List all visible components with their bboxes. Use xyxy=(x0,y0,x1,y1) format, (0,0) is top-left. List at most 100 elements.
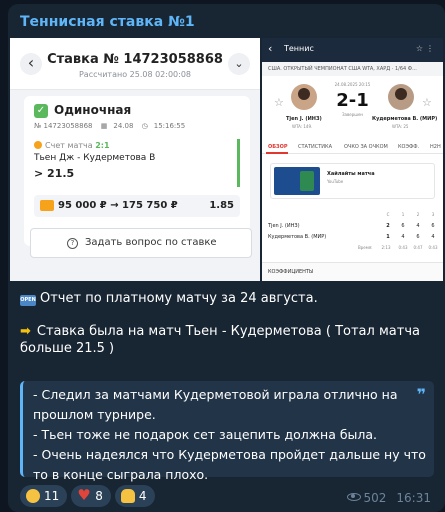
back-icon: ‹ xyxy=(268,42,273,55)
reaction-count: 4 xyxy=(138,489,147,503)
tab-overview: ОБЗОР xyxy=(268,144,288,150)
message-paragraph-1: OPEN Отчет по платному матчу за 24 август… xyxy=(20,290,434,307)
bet-sum-row: 95 000 ₽ → 175 750 ₽ 1.85 xyxy=(34,195,240,217)
table-cell: 2 xyxy=(386,223,390,229)
message-time: 16:31 xyxy=(396,491,431,505)
clock-icon: ◷ xyxy=(141,122,148,130)
bet-sum: 95 000 ₽ → 175 750 ₽ xyxy=(58,200,178,211)
calendar-icon: ▦ xyxy=(100,122,108,130)
duration-set-3: 0:43 xyxy=(428,245,438,250)
tab-statistics: СТАТИСТИКА xyxy=(298,144,333,150)
video-title: Хайлайты матча xyxy=(327,171,375,177)
quote-block: - Следил за матчами Кудерметовой играла … xyxy=(20,381,434,482)
heart-icon xyxy=(77,488,91,503)
table-duration-row: Время: 2:13 0:43 0:47 0:43 xyxy=(268,243,437,254)
header-icons: ☆⋮ xyxy=(415,44,437,53)
tab-point-by-point: ОЧКО ЗА ОЧКОМ xyxy=(344,144,388,150)
row-player-name: Tjen J. (ИНЗ) xyxy=(268,223,300,229)
player2-avatar xyxy=(388,84,414,110)
reaction-clap[interactable]: 11 xyxy=(20,485,68,507)
duration-set-1: 0:43 xyxy=(398,245,408,250)
match-score: 2-1 xyxy=(336,90,369,111)
check-icon: ✓ xyxy=(34,104,48,118)
bet-odds: 1.85 xyxy=(209,200,234,211)
set-score-table: С 1 2 3 Tjen J. (ИНЗ) 2 6 4 6 Кудерметов… xyxy=(268,210,437,254)
highlights-video: Хайлайты матча YouTube xyxy=(270,163,435,199)
question-icon: ? xyxy=(67,238,78,249)
media-album[interactable]: ‹ Ставка № 14723058868 Рассчитано 25.08 … xyxy=(10,38,443,281)
table-row: Tjen J. (ИНЗ) 2 6 4 6 xyxy=(268,221,437,232)
active-tab-indicator xyxy=(266,152,288,154)
coefficients-section: КОЭФФИЦИЕНТЫ xyxy=(262,262,443,281)
ask-question-label: Задать вопрос по ставке xyxy=(85,237,217,248)
message-paragraph-2: ➡ Ставка была на матч Тьен - Кудерметова … xyxy=(20,323,434,357)
view-count: 502 xyxy=(363,491,387,505)
reaction-heart[interactable]: 8 xyxy=(71,485,111,507)
message-bubble: Теннисная ставка №1 ‹ Ставка № 147230588… xyxy=(8,4,445,512)
tab-odds: КОЭФФ. xyxy=(398,144,420,150)
col-set-1: 1 xyxy=(401,212,405,217)
quote-line: - Тьен тоже не подарок сет зацепить долж… xyxy=(33,427,378,442)
bet-slip-calculated: Рассчитано 25.08 02:00:08 xyxy=(78,70,192,79)
match-result-screenshot[interactable]: ‹ Теннис ☆⋮ США. ОТКРЫТЫЙ ЧЕМПИОНАТ США … xyxy=(262,38,443,281)
chevron-down-icon: ⌄ xyxy=(228,53,250,75)
bet-meta: № 14723058868 ▦ 24.08 ◷ 15:16:55 xyxy=(34,122,191,130)
bet-description: Ставка была на матч Тьен - Кудерметова (… xyxy=(20,324,420,356)
market-label: Счет матча xyxy=(45,141,93,150)
row-player-name: Кудерметова В. (МИР) xyxy=(268,234,327,240)
selection-market: Счет матча 2:1 xyxy=(34,141,110,150)
open-badge-icon: OPEN xyxy=(20,295,36,306)
selection-match: Тьен Дж - Кудерметова В xyxy=(34,153,156,163)
report-text: Отчет по платному матчу за 24 августа. xyxy=(40,291,318,306)
table-cell: 6 xyxy=(401,223,405,229)
tab-h2h: Н2Н xyxy=(430,144,441,150)
bet-time: 15:16:55 xyxy=(153,122,186,130)
table-cell: 4 xyxy=(401,234,405,240)
quote-line: то в конце сыграла плохо. xyxy=(33,467,209,482)
match-tabs: ОБЗОР СТАТИСТИКА ОЧКО ЗА ОЧКОМ КОЭФФ. Н2… xyxy=(262,140,443,154)
ask-question-button: ? Задать вопрос по ставке xyxy=(30,228,252,258)
quote-icon: ❞ xyxy=(416,385,426,404)
channel-name[interactable]: Теннисная ставка №1 xyxy=(20,14,195,30)
player1-rank: WTA: 149. xyxy=(292,124,313,129)
bet-type: Одиночная xyxy=(54,103,132,117)
bet-slip-header: ‹ Ставка № 14723058868 Рассчитано 25.08 … xyxy=(10,38,260,90)
quote-line: прошлом турнире. xyxy=(33,407,156,422)
table-row: Кудерметова В. (МИР) 1 4 6 4 xyxy=(268,232,437,243)
bet-slip-title: Ставка № 14723058868 xyxy=(47,52,223,67)
duration-set-2: 0:47 xyxy=(413,245,423,250)
reactions-bar: 11 8 4 xyxy=(20,485,155,507)
match-header-bar: ‹ Теннис ☆⋮ xyxy=(262,38,443,62)
col-set-2: 2 xyxy=(416,212,420,217)
favorite-star-icon: ☆ xyxy=(422,96,432,109)
table-header-row: С 1 2 3 xyxy=(268,210,437,221)
quote-line: - Очень надеялся что Кудерметова пройдет… xyxy=(33,447,426,462)
selection-outcome: > 21.5 xyxy=(34,167,75,180)
video-source: YouTube xyxy=(327,179,344,184)
table-cell: 1 xyxy=(386,234,390,240)
match-date: 24.08.2025 20:15 xyxy=(334,82,371,87)
reaction-pray[interactable]: 4 xyxy=(114,485,155,507)
table-cell: 4 xyxy=(431,234,435,240)
player2-rank: WTA: 25 xyxy=(392,124,409,129)
reaction-count: 8 xyxy=(95,489,103,503)
cash-icon xyxy=(40,200,54,211)
bet-card: ✓ Одиночная № 14723058868 ▦ 24.08 ◷ 15:16:… xyxy=(24,96,250,246)
eye-icon xyxy=(346,493,361,501)
table-cell: 4 xyxy=(416,223,420,229)
message-meta: 502 16:31 xyxy=(346,491,431,505)
table-cell: 6 xyxy=(431,223,435,229)
arrow-right-icon: ➡ xyxy=(20,324,31,339)
col-set-3: 3 xyxy=(431,212,435,217)
pray-icon xyxy=(120,489,135,503)
reaction-count: 11 xyxy=(44,489,60,503)
tennis-ball-icon xyxy=(34,141,42,149)
tournament-label: США. ОТКРЫТЫЙ ЧЕМПИОНАТ США WTA, ХАРД · … xyxy=(262,62,443,76)
sport-title: Теннис xyxy=(284,44,314,53)
bet-slip-screenshot[interactable]: ‹ Ставка № 14723058868 Рассчитано 25.08 … xyxy=(10,38,260,281)
quote-line: - Следил за матчами Кудерметовой играла … xyxy=(33,387,398,402)
video-thumbnail xyxy=(274,167,320,195)
player2-name: Кудерметова В. (МИР) xyxy=(372,116,438,122)
duration-label: Время: xyxy=(358,245,373,250)
clap-icon xyxy=(26,489,40,503)
